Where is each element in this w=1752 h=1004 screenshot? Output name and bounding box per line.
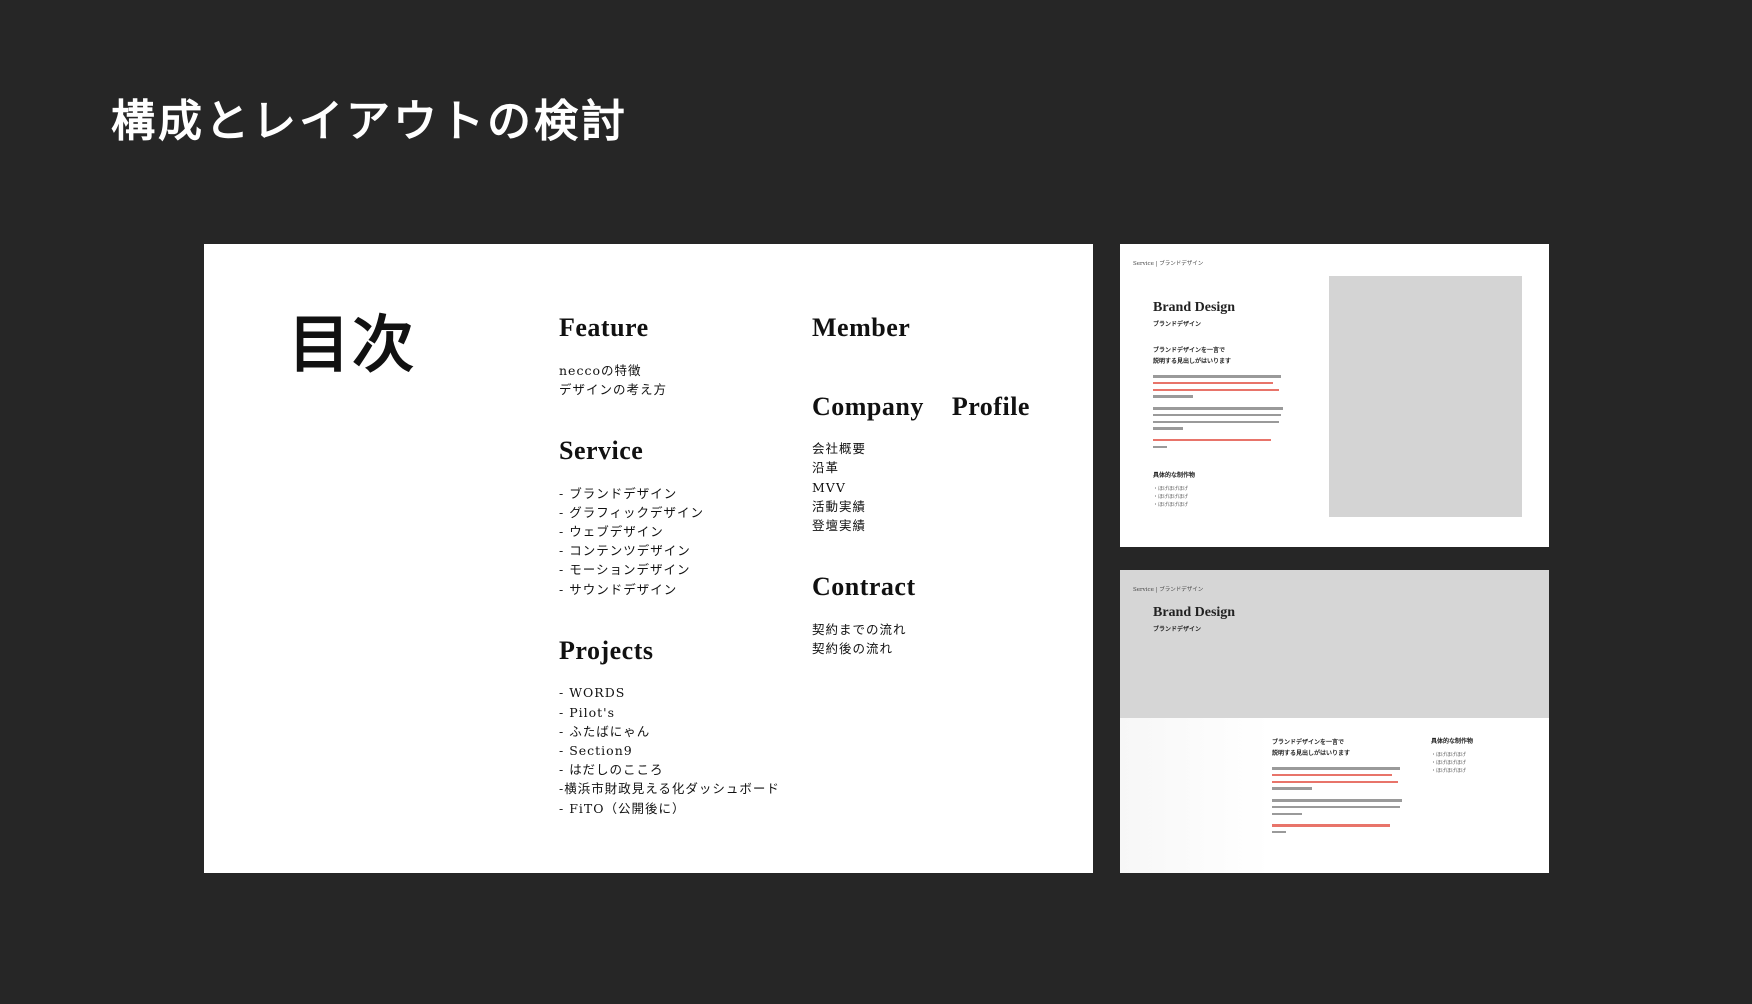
toc-title: 目次 [288, 308, 417, 381]
toc-item: - WORDS [559, 685, 626, 701]
text-line [1272, 798, 1402, 802]
text-line-highlight [1153, 388, 1279, 392]
thumb-breadcrumb: Service | ブランドデザイン [1133, 587, 1204, 593]
text-line-highlight [1272, 780, 1398, 784]
thumb-body: ブランドデザインを一言で 説明する見出しがはいります [1153, 345, 1283, 457]
toc-item: - Section9 [559, 743, 633, 759]
layout-thumbnail-side-image: Service | ブランドデザイン Brand Design ブランドデザイン… [1120, 244, 1549, 547]
thumb-works: 具体的な制作物 ・ほげほげほげ ・ほげほげほげ ・ほげほげほげ [1153, 470, 1195, 509]
thumb-body-text-placeholder [1153, 375, 1283, 398]
toc-section-projects: Projects - WORDS - Pilot's - ふたばにゃん - Se… [559, 635, 780, 818]
thumb-lead: ブランドデザインを一言で 説明する見出しがはいります [1272, 739, 1351, 757]
text-line [1153, 395, 1193, 398]
toc-item: 登壇実績 [812, 518, 867, 533]
text-line-highlight [1153, 438, 1271, 442]
toc-item: 契約後の流れ [812, 641, 894, 656]
thumb-works-item: ・ほげほげほげ [1431, 752, 1467, 758]
toc-heading-company-profile: Company Profile [812, 391, 1030, 421]
toc-item: - サウンドデザイン [559, 581, 678, 597]
layout-thumbnail-hero-banner: Service | ブランドデザイン Brand Design ブランドデザイン… [1120, 570, 1549, 873]
toc-item: - Pilot's [559, 704, 616, 720]
text-line [1153, 445, 1167, 449]
thumb-works-title: 具体的な制作物 [1431, 738, 1474, 745]
toc-items-service: - ブランドデザイン - グラフィックデザイン - ウェブデザイン - コンテン… [559, 484, 780, 599]
toc-column-right: Member Company Profile 会社概要 沿革 MVV 活動実績 … [812, 313, 1030, 696]
toc-slide: 目次 Feature neccoの特徴 デザインの考え方 Service - ブ… [204, 244, 1093, 873]
toc-section-contract: Contract 契約までの流れ 契約後の流れ [812, 573, 1030, 658]
text-line-highlight [1153, 381, 1273, 385]
thumb-body-text-placeholder [1272, 767, 1402, 790]
toc-item: - FiTO（公開後に） [559, 800, 686, 816]
thumb-works-item: ・ほげほげほげ [1431, 768, 1467, 774]
text-line-highlight [1272, 824, 1390, 827]
thumb-heading: Brand Design [1153, 300, 1236, 315]
thumb-works-item: ・ほげほげほげ [1431, 760, 1467, 766]
toc-heading-projects: Projects [559, 635, 654, 665]
text-line-highlight [1272, 773, 1392, 777]
toc-section-service: Service - ブランドデザイン - グラフィックデザイン - ウェブデザイ… [559, 436, 780, 599]
toc-item: - モーションデザイン [559, 562, 691, 578]
text-line [1272, 805, 1400, 809]
thumb-works: 具体的な制作物 ・ほげほげほげ ・ほげほげほげ ・ほげほげほげ [1431, 736, 1473, 775]
text-line [1153, 427, 1183, 430]
thumb-works-title: 具体的な制作物 [1153, 472, 1196, 479]
toc-item: - コンテンツデザイン [559, 543, 691, 559]
toc-section-feature: Feature neccoの特徴 デザインの考え方 [559, 313, 780, 399]
toc-item: -横浜市財政見える化ダッシュボード [559, 781, 780, 797]
text-line [1153, 406, 1283, 410]
text-line [1153, 375, 1281, 378]
thumb-works-list: ・ほげほげほげ ・ほげほげほげ ・ほげほげほげ [1153, 485, 1195, 509]
toc-item: 沿革 [812, 460, 840, 476]
thumb-works-list: ・ほげほげほげ ・ほげほげほげ ・ほげほげほげ [1431, 751, 1473, 775]
text-line [1272, 812, 1302, 816]
toc-heading-feature: Feature [559, 313, 649, 342]
toc-heading-service: Service [559, 436, 644, 465]
toc-section-member: Member [812, 313, 1030, 343]
image-placeholder [1329, 276, 1522, 517]
toc-column-left: Feature neccoの特徴 デザインの考え方 Service - ブランド… [559, 313, 780, 856]
toc-item: MVV [812, 479, 846, 495]
toc-item: 活動実績 [812, 498, 867, 514]
thumb-body: ブランドデザインを一言で 説明する見出しがはいります [1272, 737, 1402, 842]
text-line [1153, 413, 1281, 417]
toc-item: - ブランドデザイン [559, 485, 678, 501]
toc-items-contract: 契約までの流れ 契約後の流れ [812, 620, 1030, 658]
toc-heading-contract: Contract [812, 572, 916, 602]
toc-item: 会社概要 [812, 441, 867, 457]
toc-section-company-profile: Company Profile 会社概要 沿革 MVV 活動実績 登壇実績 [812, 391, 1030, 536]
toc-items-projects: - WORDS - Pilot's - ふたばにゃん - Section9 - … [559, 683, 780, 817]
thumb-breadcrumb: Service | ブランドデザイン [1133, 261, 1204, 267]
toc-item: - ふたばにゃん [559, 723, 651, 739]
thumb-body-text-placeholder [1153, 406, 1283, 430]
toc-item: - ウェブデザイン [559, 524, 664, 539]
toc-item: - はだしのこころ [559, 762, 664, 778]
toc-item: デザインの考え方 [559, 381, 668, 397]
thumb-works-item: ・ほげほげほげ [1153, 494, 1189, 500]
thumb-body-text-placeholder [1153, 438, 1283, 449]
thumb-heading: Brand Design [1153, 605, 1236, 620]
text-line [1272, 787, 1312, 790]
thumb-body-text-placeholder [1272, 824, 1402, 834]
thumb-works-item: ・ほげほげほげ [1153, 502, 1189, 508]
toc-heading-member: Member [812, 313, 911, 342]
toc-item: - グラフィックデザイン [559, 504, 704, 520]
thumb-subheading: ブランドデザイン [1153, 626, 1202, 633]
thumb-works-item: ・ほげほげほげ [1153, 486, 1189, 492]
thumb-lead: ブランドデザインを一言で 説明する見出しがはいります [1153, 347, 1232, 365]
toc-items-company-profile: 会社概要 沿革 MVV 活動実績 登壇実績 [812, 439, 1030, 535]
toc-item: neccoの特徴 [559, 362, 642, 378]
text-line [1153, 420, 1279, 424]
thumb-subheading: ブランドデザイン [1153, 321, 1202, 328]
page-title: 構成とレイアウトの検討 [111, 96, 628, 147]
toc-items-feature: neccoの特徴 デザインの考え方 [559, 361, 780, 399]
text-line [1272, 830, 1286, 834]
toc-item: 契約までの流れ [812, 621, 907, 637]
text-line [1272, 767, 1400, 770]
thumb-body-text-placeholder [1272, 798, 1402, 816]
